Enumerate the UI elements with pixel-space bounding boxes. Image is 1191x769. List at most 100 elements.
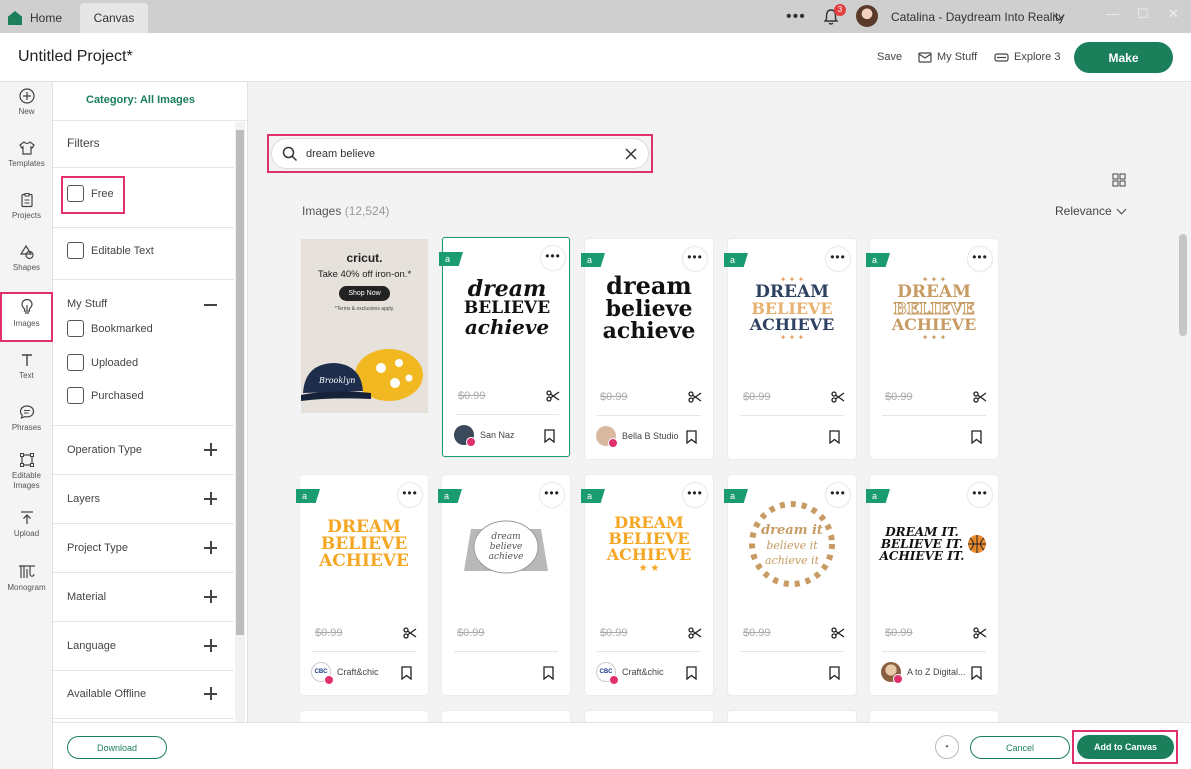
more-options-icon[interactable]: ••• [968, 483, 992, 507]
image-card[interactable]: DREAM BELIEVE ACHIEVE a ••• $0.99 CBC Cr… [296, 475, 428, 695]
canvas-tab[interactable]: Canvas [80, 3, 148, 33]
image-card[interactable]: dream believe achieve a ••• $0.99 Bella … [581, 239, 713, 459]
more-options-icon[interactable]: ••• [968, 247, 992, 271]
expand-icon[interactable] [204, 590, 217, 603]
rail-item-templates[interactable]: Templates [0, 140, 53, 190]
more-options-icon[interactable]: ••• [541, 246, 565, 270]
category-link[interactable]: Category: All Images [86, 94, 195, 106]
image-card[interactable]: dream it believe it achieve it a ••• $0.… [724, 475, 856, 695]
user-avatar[interactable] [856, 5, 878, 27]
designer[interactable]: Bella B Studio [596, 426, 686, 448]
expand-icon[interactable] [204, 541, 217, 554]
maximize-icon[interactable]: ☐ [1137, 6, 1149, 22]
design-text: dream [467, 275, 547, 302]
designer[interactable]: CBC Craft&chic [311, 662, 401, 685]
grid-view-icon[interactable] [1112, 173, 1126, 187]
uploaded-checkbox[interactable] [67, 354, 84, 371]
sort-dropdown[interactable]: Relevance [1055, 204, 1127, 218]
available-offline-section[interactable]: Available Offline [67, 688, 217, 700]
free-filter[interactable]: Free [67, 185, 114, 202]
add-to-canvas-button[interactable]: Add to Canvas [1077, 735, 1174, 759]
my-stuff-button[interactable]: My Stuff [918, 51, 977, 63]
promo-ad[interactable]: cricut. Take 40% off iron-on.* Shop Now … [301, 239, 428, 413]
free-checkbox[interactable] [67, 185, 84, 202]
operation-type-section[interactable]: Operation Type [67, 444, 217, 456]
make-button[interactable]: Make [1074, 42, 1173, 73]
image-card[interactable] [442, 711, 570, 722]
image-card[interactable]: ✦ ✦ ✦ DREAM BELIEVE ACHIEVE ✦ ✦ ✦ a ••• … [724, 239, 856, 459]
canvas-tab-label: Canvas [93, 11, 135, 25]
project-type-section[interactable]: Project Type [67, 542, 217, 554]
editable-text-checkbox[interactable] [67, 242, 84, 259]
more-options-icon[interactable]: ••• [826, 247, 850, 271]
more-options-icon[interactable]: ••• [786, 8, 806, 26]
expand-icon[interactable] [204, 443, 217, 456]
star-icon: ★ ★ [638, 562, 660, 574]
language-section[interactable]: Language [67, 640, 217, 652]
image-card[interactable] [870, 711, 998, 722]
image-card[interactable]: dream BELIEVE achieve a ••• $0.99 San Na… [439, 237, 570, 457]
purchased-filter[interactable]: Purchased [67, 387, 144, 404]
bookmark-icon[interactable] [686, 666, 697, 680]
download-button[interactable]: Download [67, 736, 167, 759]
home-tab[interactable]: Home [8, 3, 62, 33]
rail-item-monogram[interactable]: Monogram [0, 564, 53, 614]
image-card[interactable]: dream believe achieve a ••• $0.99 [438, 475, 570, 695]
expand-icon[interactable] [204, 687, 217, 700]
save-button[interactable]: Save [877, 51, 902, 63]
cancel-button[interactable]: Cancel [970, 736, 1070, 759]
more-options-icon[interactable]: ••• [683, 483, 707, 507]
shop-now-button[interactable]: Shop Now [339, 286, 390, 301]
designer[interactable]: CBC Craft&chic [596, 662, 686, 685]
bookmark-icon[interactable] [401, 666, 412, 680]
editable-text-filter[interactable]: Editable Text [67, 242, 154, 259]
monogram-icon [18, 565, 35, 578]
image-card[interactable] [585, 711, 713, 722]
bookmark-icon[interactable] [829, 430, 840, 444]
expand-icon[interactable] [204, 639, 217, 652]
search-input[interactable] [306, 147, 606, 160]
bookmark-icon[interactable] [829, 666, 840, 680]
uploaded-filter[interactable]: Uploaded [67, 354, 138, 371]
design-text: ACHIEVE [606, 544, 692, 564]
bookmark-icon[interactable] [686, 430, 697, 444]
rail-item-text[interactable]: Text [0, 352, 53, 402]
more-options-icon[interactable]: ••• [826, 483, 850, 507]
search-bar[interactable] [271, 138, 649, 169]
purchased-checkbox[interactable] [67, 387, 84, 404]
material-section[interactable]: Material [67, 591, 217, 603]
rail-item-phrases[interactable]: Phrases [0, 404, 53, 454]
bookmark-icon[interactable] [543, 666, 554, 680]
rail-item-upload[interactable]: Upload [0, 510, 53, 560]
clear-search-icon[interactable] [624, 147, 638, 161]
collapse-icon[interactable] [204, 298, 217, 311]
close-window-icon[interactable]: ✕ [1168, 6, 1179, 22]
explore-button[interactable]: Explore 3 [994, 51, 1060, 63]
image-card[interactable]: DREAM BELIEVE ACHIEVE ★ ★ a ••• $0.99 CB… [581, 475, 713, 695]
image-card[interactable] [300, 711, 428, 722]
rail-item-images[interactable]: Images [0, 292, 53, 342]
rail-item-editable-images[interactable]: Editable Images [0, 452, 53, 502]
bookmark-icon[interactable] [971, 666, 982, 680]
rail-item-projects[interactable]: Projects [0, 192, 53, 242]
filter-scrollbar-thumb[interactable] [236, 130, 244, 635]
rail-item-shapes[interactable]: Shapes [0, 244, 53, 294]
bookmark-icon[interactable] [544, 429, 555, 443]
image-card[interactable] [728, 711, 856, 722]
bookmarked-checkbox[interactable] [67, 320, 84, 337]
user-name[interactable]: Catalina - Daydream Into Reality [891, 10, 1064, 24]
image-card[interactable]: ✦ ✦ ✦ DREAM BELIEVE ACHIEVE ✦ ✦ ✦ a ••• … [866, 239, 998, 459]
more-options-icon[interactable]: ••• [398, 483, 422, 507]
rail-item-new[interactable]: New [0, 88, 53, 138]
layers-section[interactable]: Layers [67, 493, 217, 505]
results-scrollbar-thumb[interactable] [1179, 234, 1187, 336]
more-options-icon[interactable]: ••• [540, 483, 564, 507]
expand-icon[interactable] [204, 492, 217, 505]
designer[interactable]: A to Z Digital... [881, 662, 971, 684]
bookmark-icon[interactable] [971, 430, 982, 444]
bookmarked-filter[interactable]: Bookmarked [67, 320, 153, 337]
minimize-icon[interactable]: — [1106, 6, 1119, 21]
more-options-icon[interactable]: ••• [683, 247, 707, 271]
designer[interactable]: San Naz [454, 425, 544, 447]
image-card[interactable]: DREAM IT. BELIEVE IT. ACHIEVE IT. a ••• … [866, 475, 998, 695]
